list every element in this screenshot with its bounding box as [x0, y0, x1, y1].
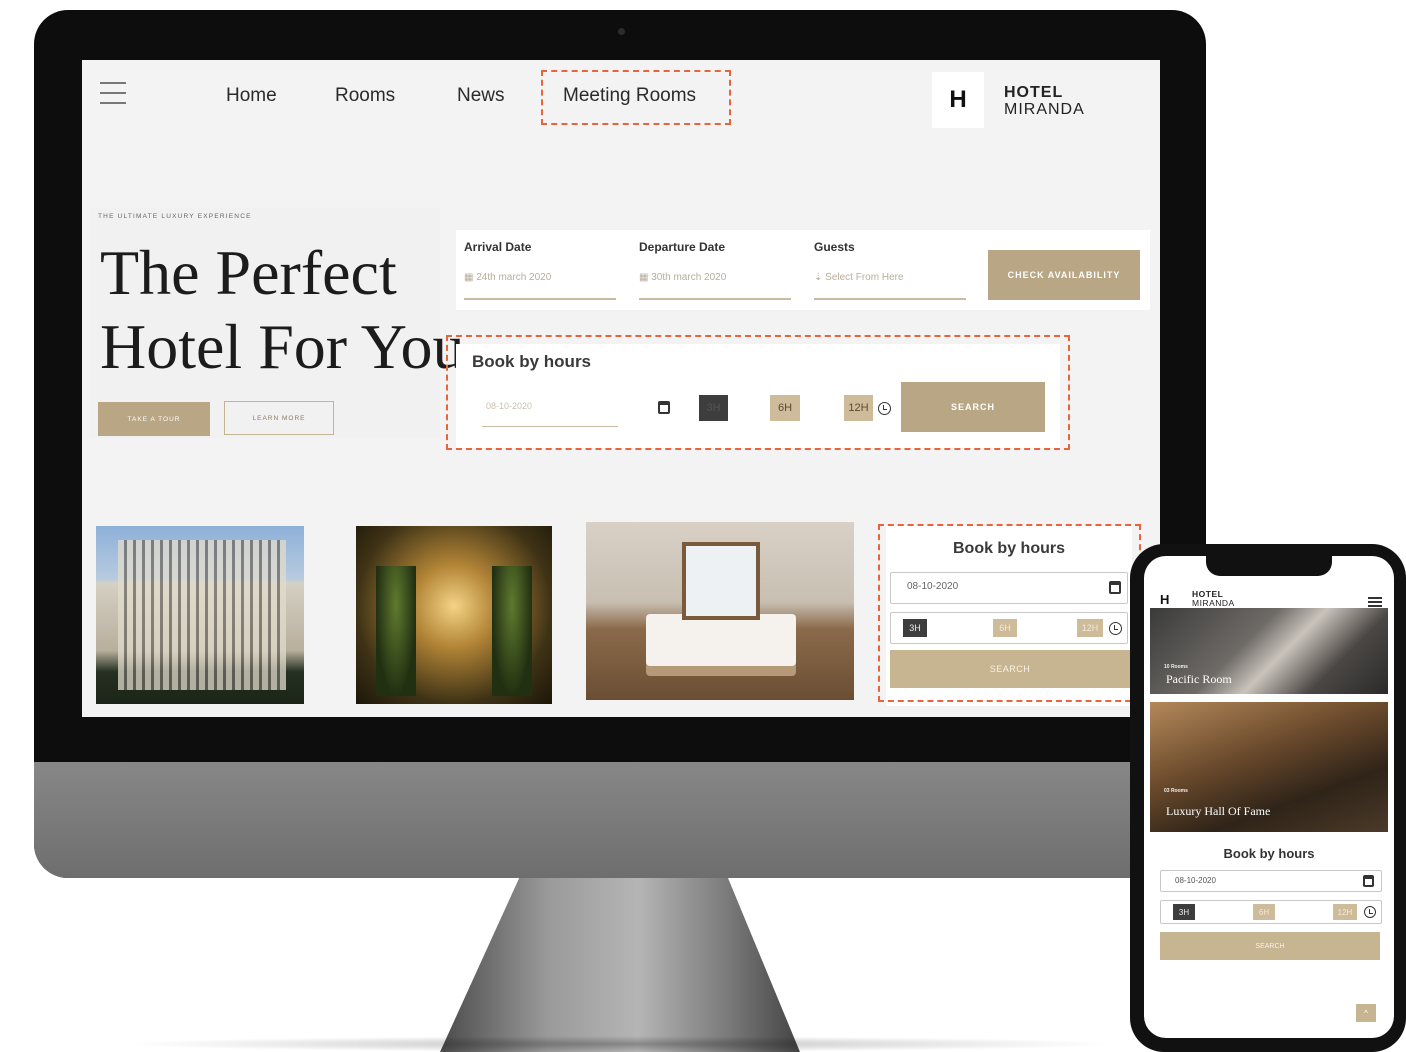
highlight-meeting-rooms [541, 70, 731, 125]
logo-mark[interactable]: H [932, 72, 984, 128]
hotel-room-photo [586, 522, 854, 700]
mobile-option-12h[interactable]: 12H [1333, 904, 1357, 920]
desktop-screen: Home Rooms News Meeting Rooms H HOTEL MI… [82, 60, 1160, 717]
nav-link-home[interactable]: Home [226, 85, 277, 107]
mobile-screen: H HOTEL MIRANDA 10 Rooms Pacific Room 03… [1144, 556, 1394, 1038]
phone-notch [1206, 556, 1332, 576]
arrival-underline [464, 298, 616, 300]
mobile-date-field[interactable]: 08-10-2020 [1160, 870, 1382, 892]
mobile-phone: H HOTEL MIRANDA 10 Rooms Pacific Room 03… [1130, 544, 1406, 1052]
room-name: Pacific Room [1166, 672, 1232, 686]
guests-field[interactable]: ⇣ Select From Here [814, 272, 904, 283]
learn-more-button[interactable]: LEARN MORE [224, 401, 334, 435]
hamburger-menu-icon[interactable] [100, 82, 126, 106]
mobile-option-6h[interactable]: 6H [1253, 904, 1275, 920]
mobile-hours-selector: 3H 6H 12H [1160, 900, 1382, 924]
mobile-clock-icon [1364, 906, 1376, 918]
highlight-book-by-hours [446, 335, 1070, 450]
hero-tagline: THE ULTIMATE LUXURY EXPERIENCE [98, 213, 252, 220]
room-name: Luxury Hall Of Fame [1166, 804, 1271, 818]
room-count: 03 Rooms [1164, 788, 1188, 794]
guests-label: Guests [814, 240, 855, 254]
logo-line1: HOTEL [1004, 84, 1064, 101]
mobile-option-3h[interactable]: 3H [1173, 904, 1195, 920]
mobile-logo-text[interactable]: HOTEL MIRANDA [1192, 590, 1235, 608]
room-card-luxury-hall[interactable]: 03 Rooms Luxury Hall Of Fame [1150, 702, 1388, 832]
monitor-stand [440, 878, 800, 1052]
monitor-chin [34, 762, 1206, 878]
guests-underline [814, 298, 966, 300]
room-card-pacific[interactable]: 10 Rooms Pacific Room [1150, 608, 1388, 694]
palm-court-photo [356, 526, 552, 704]
hotel-exterior-photo [96, 526, 304, 704]
departure-date-label: Departure Date [639, 240, 726, 254]
logo-line2: MIRANDA [1004, 101, 1085, 118]
guests-placeholder: Select From Here [825, 272, 904, 283]
mobile-logo-line2: MIRANDA [1192, 598, 1235, 608]
mobile-logo-mark[interactable]: H [1160, 592, 1169, 607]
camera [618, 28, 625, 35]
take-a-tour-button[interactable]: TAKE A TOUR [98, 402, 210, 436]
hero-title: The Perfect Hotel For You [100, 236, 465, 384]
hero-title-line1: The Perfect [100, 237, 397, 308]
mobile-menu-icon[interactable] [1368, 597, 1382, 607]
mobile-book-by-hours-title: Book by hours [1223, 846, 1315, 861]
nav-link-rooms[interactable]: Rooms [335, 85, 395, 107]
hero-title-line2: Hotel For You [100, 311, 465, 382]
arrival-date-field[interactable]: ▦ 24th march 2020 [464, 272, 551, 283]
back-to-top-button[interactable]: ^ [1356, 1004, 1376, 1022]
booking-form: Arrival Date ▦ 24th march 2020 Departure… [456, 230, 1150, 310]
arrival-date-label: Arrival Date [464, 240, 532, 254]
arrival-date-value: 24th march 2020 [476, 272, 552, 283]
departure-date-value: 30th march 2020 [651, 272, 727, 283]
highlight-side-book-by-hours [878, 524, 1141, 702]
mobile-date-value: 08-10-2020 [1175, 876, 1216, 885]
check-availability-button[interactable]: CHECK AVAILABILITY [988, 250, 1140, 300]
departure-underline [639, 298, 791, 300]
mobile-search-button[interactable]: SEARCH [1160, 932, 1380, 960]
room-count: 10 Rooms [1164, 664, 1188, 670]
stand-shadow [120, 1036, 1120, 1052]
mobile-calendar-icon[interactable] [1363, 875, 1374, 887]
logo-text[interactable]: HOTEL MIRANDA [1004, 84, 1085, 118]
nav-link-news[interactable]: News [457, 85, 505, 107]
departure-date-field[interactable]: ▦ 30th march 2020 [639, 272, 726, 283]
